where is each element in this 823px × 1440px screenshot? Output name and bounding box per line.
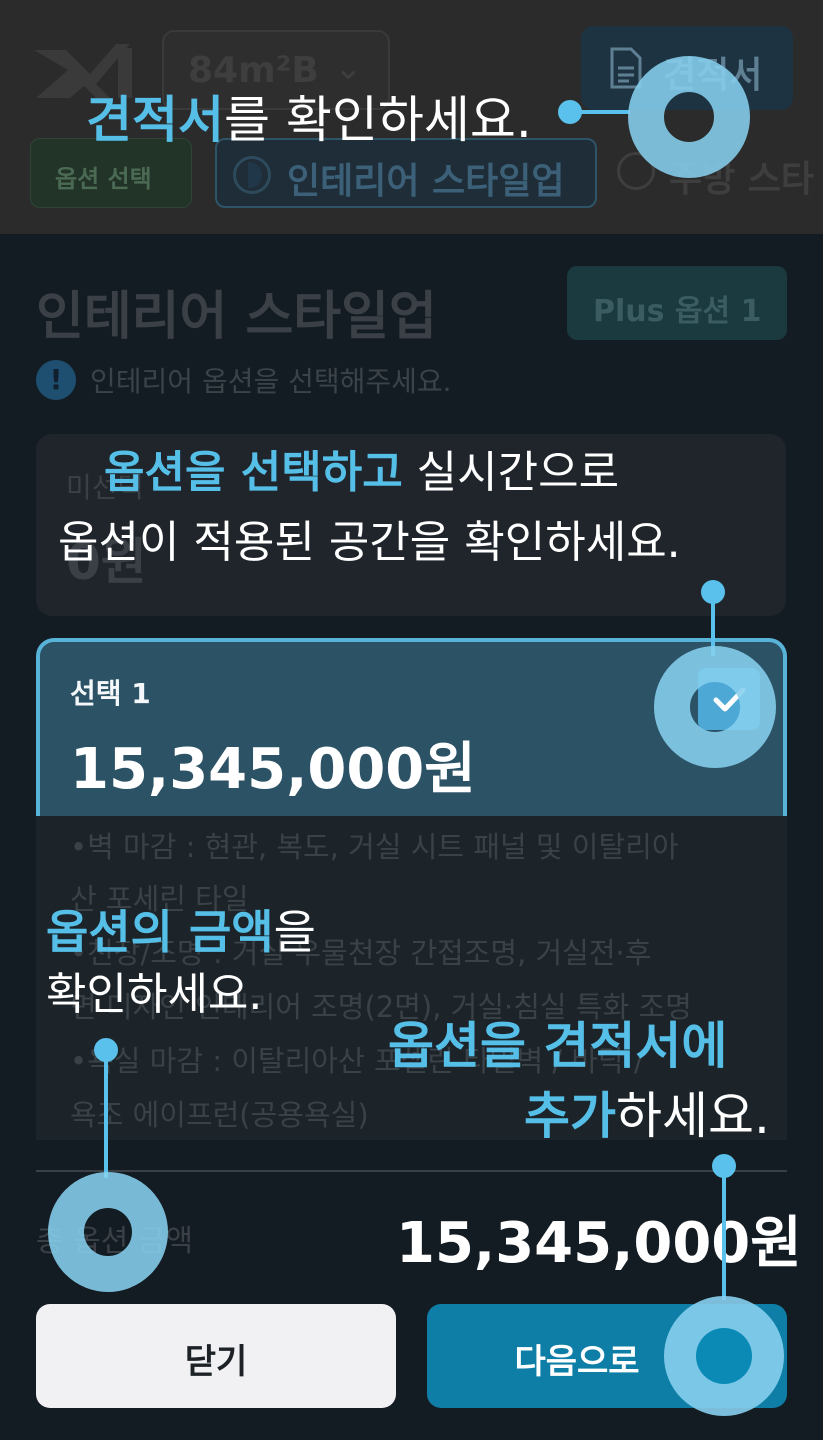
coach-tip-add-line2: 추가하세요.: [524, 1076, 770, 1148]
sheet-title: 인테리어 스타일업: [36, 287, 437, 347]
coach-tip-add: 옵션을 견적서에: [388, 1006, 727, 1078]
coach-tip-quote: 견적서를 확인하세요.: [86, 80, 532, 152]
coach-highlight: 옵션을 견적서에: [388, 1017, 728, 1075]
coach-tip-select-line2: 옵션이 적용된 공간을 확인하세요.: [58, 506, 681, 570]
pointer-line: [570, 110, 630, 114]
tap-indicator-ring: [654, 646, 776, 768]
plus-option-label: Plus 옵션 1: [593, 294, 762, 329]
close-button-label: 닫기: [184, 1342, 248, 1382]
coach-text: 실시간으로: [402, 447, 620, 498]
plus-option-button[interactable]: Plus 옵션 1: [567, 266, 787, 340]
alert-icon: !: [36, 360, 76, 400]
coach-text: 을: [273, 905, 316, 959]
coach-text: 옵션이 적용된 공간을 확인하세요.: [58, 517, 681, 568]
tap-indicator-ring: [664, 1296, 784, 1416]
close-button[interactable]: 닫기: [36, 1304, 396, 1408]
coach-text: 하세요.: [616, 1087, 770, 1145]
coach-text: 확인하세요.: [46, 969, 263, 1020]
coach-tip-price: 옵션의 금액을: [46, 896, 316, 962]
half-circle-icon: [233, 156, 271, 194]
pointer-line: [104, 1048, 108, 1178]
tap-indicator-ring: [48, 1172, 168, 1292]
divider: [36, 1170, 787, 1172]
tab-label: 인테리어 스타일업: [287, 161, 565, 202]
pointer-line: [722, 1164, 726, 1300]
notice-text: 인테리어 옵션을 선택해주세요.: [90, 365, 452, 398]
total-value: 15,345,000원: [396, 1211, 802, 1276]
coach-highlight: 견적서: [86, 91, 224, 149]
detail-line: •벽 마감 : 현관, 복도, 거실 시트 패널 및 이탈리아: [70, 830, 679, 864]
coach-tip-price-line2: 확인하세요.: [46, 958, 262, 1022]
coach-text: 를 확인하세요.: [224, 91, 532, 149]
coach-highlight: 추가: [524, 1087, 616, 1145]
coach-highlight: 옵션을 선택하고: [104, 447, 403, 498]
coach-highlight: 옵션의 금액: [46, 905, 274, 959]
option-price: 15,345,000원: [70, 737, 476, 802]
tap-indicator-ring: [628, 56, 750, 178]
detail-line: 욕조 에이프런(공용욕실): [70, 1098, 369, 1132]
coach-tip-select: 옵션을 선택하고 실시간으로: [104, 436, 619, 500]
option-label: 선택 1: [70, 677, 151, 710]
tab-label: 옵션 선택: [55, 165, 152, 193]
